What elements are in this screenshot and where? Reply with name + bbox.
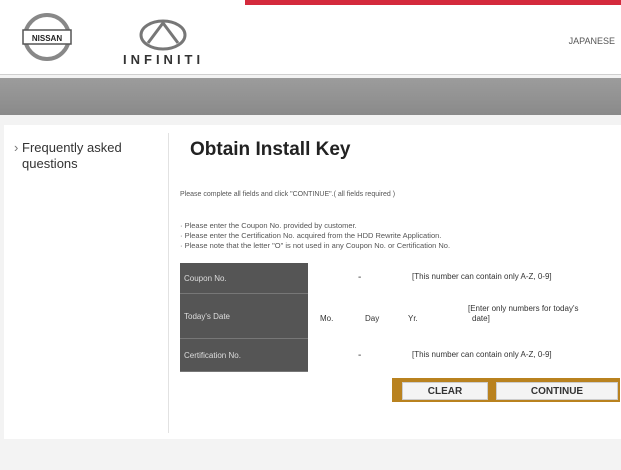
coupon-row: Coupon No. - [This number can contain on… — [180, 263, 620, 294]
coupon-separator: - — [358, 272, 362, 283]
language-link[interactable]: JAPANESE — [569, 36, 615, 46]
instruction-text: Please complete all fields and click "CO… — [180, 191, 396, 198]
certification-label: Certification No. — [180, 339, 308, 372]
note-item: · Please enter the Certification No. acq… — [180, 231, 442, 240]
sidebar-item-faq[interactable]: Frequently asked questions — [14, 140, 164, 172]
coupon-input-part2[interactable] — [370, 267, 406, 287]
notes-list: · Please enter the Coupon No. provided b… — [180, 221, 450, 251]
page-footer — [0, 440, 621, 470]
infiniti-logo[interactable] — [138, 17, 188, 53]
nav-bar — [0, 78, 621, 115]
year-label: Yr. — [408, 314, 418, 323]
date-hint-line: date] — [472, 314, 490, 323]
page-title: Obtain Install Key — [190, 139, 351, 160]
certification-input-part1[interactable] — [314, 345, 350, 365]
certification-input-part2[interactable] — [370, 345, 406, 365]
sidebar-divider — [168, 133, 169, 433]
infiniti-wordmark: INFINITI — [123, 52, 205, 67]
site-header: NISSAN INFINITI JAPANESE — [0, 0, 621, 75]
header-accent-bar — [245, 0, 621, 5]
button-bar: CLEAR CONTINUE — [392, 378, 620, 402]
note-item: · Please note that the letter "O" is not… — [180, 241, 451, 250]
month-input[interactable] — [338, 308, 362, 326]
day-label: Day — [365, 314, 380, 323]
year-input[interactable] — [423, 308, 459, 326]
certification-hint: [This number can contain only A-Z, 0-9] — [412, 350, 552, 359]
nissan-logo-text: NISSAN — [32, 34, 62, 43]
date-hint-line: [Enter only numbers for today's — [468, 304, 579, 313]
sidebar: Frequently asked questions — [14, 140, 164, 172]
date-row: Today's Date Mo. Day Yr. [Enter only num… — [180, 294, 620, 339]
clear-button[interactable]: CLEAR — [402, 382, 488, 400]
date-label: Today's Date — [180, 294, 308, 339]
certification-row: Certification No. - [This number can con… — [180, 339, 620, 372]
coupon-label: Coupon No. — [180, 263, 308, 294]
coupon-hint: [This number can contain only A-Z, 0-9] — [412, 272, 552, 281]
nissan-logo[interactable]: NISSAN — [22, 12, 72, 62]
certification-separator: - — [358, 350, 362, 361]
continue-button[interactable]: CONTINUE — [496, 382, 618, 400]
note-item: · Please enter the Coupon No. provided b… — [180, 221, 357, 230]
coupon-input-part1[interactable] — [314, 267, 350, 287]
day-input[interactable] — [383, 308, 405, 326]
month-label: Mo. — [320, 314, 334, 323]
date-hint: [Enter only numbers for today's date] — [468, 304, 578, 324]
